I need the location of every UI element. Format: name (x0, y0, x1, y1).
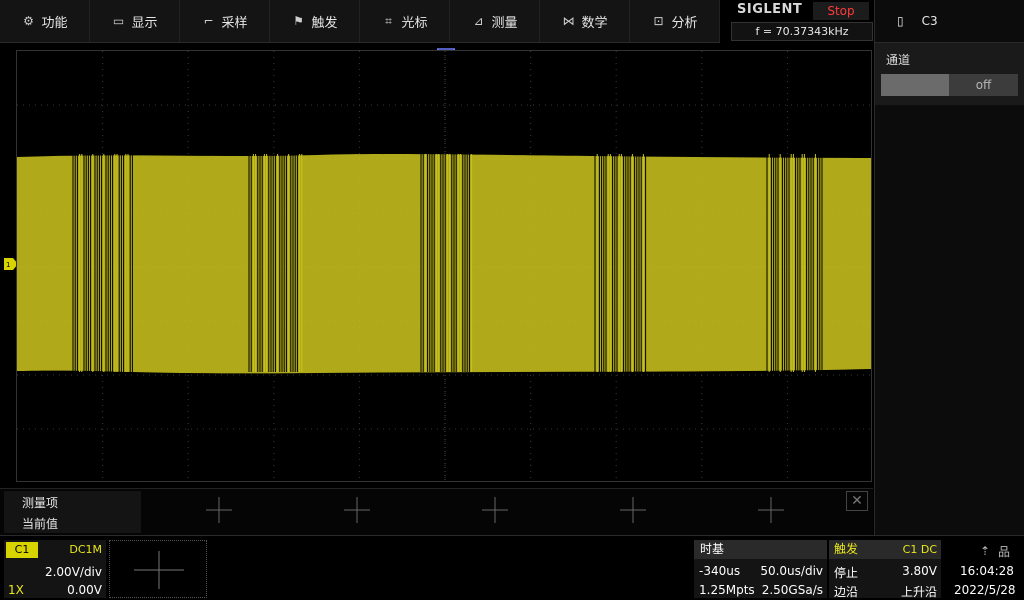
waveform-display[interactable] (16, 50, 872, 482)
trigger-source: C1 DC (902, 543, 937, 556)
channel-enable-label: 通道 (886, 53, 911, 67)
menu-function[interactable]: ⚙ 功能 (0, 0, 90, 42)
analysis-icon: ⊡ (653, 14, 664, 28)
channel-1-volts-per-div: 2.00V/div (44, 565, 102, 579)
channel-1-coupling: DC1M (69, 543, 102, 556)
channel-1-offset: 0.00V (67, 583, 102, 597)
trigger-info[interactable]: 触发 C1 DC 停止 3.80V 边沿 上升沿 (829, 540, 941, 599)
bottom-status-bar: C1 DC1M 2.00V/div 1X 0.00V 时基 -340us 50.… (0, 535, 1024, 600)
timebase-title: 时基 (694, 540, 827, 559)
monitor-icon: ▭ (112, 14, 125, 28)
add-channel-slot[interactable] (109, 540, 207, 598)
waveform-canvas (17, 51, 871, 481)
channel-1-probe: 1X (8, 583, 24, 597)
top-menu-bar: ⚙ 功能 ▭ 显示 ⌐ 采样 ⚑ 触发 ⌗ 光标 ⊿ 测量 ⋈ 数学 ⊡ 分析 (0, 0, 720, 43)
gear-icon: ⚙ (23, 14, 34, 28)
menu-label: 采样 (221, 15, 248, 31)
math-icon: ⋈ (562, 14, 575, 28)
measurement-current-label: 当前值 (22, 517, 59, 531)
add-channel-icon (134, 551, 184, 589)
menu-math[interactable]: ⋈ 数学 (540, 0, 630, 42)
add-measurement-icon[interactable] (482, 497, 508, 523)
system-clock: ⇡ 品 16:04:28 2022/5/28 (944, 540, 1024, 598)
menu-analysis[interactable]: ⊡ 分析 (630, 0, 720, 42)
menu-label: 光标 (401, 15, 428, 31)
measurement-labels: 测量项 当前值 (4, 491, 141, 533)
channel-1-tag: C1 (6, 542, 38, 558)
channel-menu-title: C3 (921, 14, 938, 28)
sample-rate: 2.50GSa/s (761, 583, 823, 597)
channel-menu-header: ▯ C3 (875, 0, 1024, 43)
battery-icon: ▯ (897, 14, 904, 28)
run-stop-indicator[interactable]: Stop (813, 2, 869, 20)
timebase-delay: -340us (699, 564, 741, 578)
add-measurement-icon[interactable] (344, 497, 370, 523)
menu-label: 显示 (131, 15, 158, 31)
channel-1-info[interactable]: C1 DC1M 2.00V/div 1X 0.00V (4, 540, 106, 598)
add-measurement-icon[interactable] (758, 497, 784, 523)
menu-label: 功能 (41, 15, 68, 31)
add-measurement-icon[interactable] (620, 497, 646, 523)
brand-logo: SIGLENT (737, 2, 803, 17)
toggle-off-segment[interactable]: off (949, 74, 1018, 96)
menu-cursor[interactable]: ⌗ 光标 (360, 0, 450, 42)
menu-display[interactable]: ▭ 显示 (90, 0, 180, 42)
clock-date: 2022/5/28 (954, 583, 1016, 597)
toggle-on-segment[interactable] (881, 74, 949, 96)
menu-label: 测量 (491, 15, 518, 31)
menu-label: 触发 (311, 15, 338, 31)
frequency-counter: f = 70.37343kHz (731, 22, 873, 41)
clock-time: 16:04:28 (960, 564, 1014, 578)
channel-enable-toggle[interactable]: off (881, 74, 1018, 96)
status-box: SIGLENT Stop f = 70.37343kHz (731, 0, 873, 43)
menu-acquire[interactable]: ⌐ 采样 (180, 0, 270, 42)
menu-measure[interactable]: ⊿ 测量 (450, 0, 540, 42)
cursor-icon: ⌗ (385, 13, 392, 28)
flag-icon: ⚑ (293, 14, 304, 28)
trigger-status: 停止 (834, 566, 859, 580)
add-measurement-icon[interactable] (206, 497, 232, 523)
menu-label: 数学 (581, 15, 608, 31)
trigger-slope: 上升沿 (900, 585, 937, 599)
network-icon: 品 (998, 545, 1011, 559)
measurement-title: 测量项 (22, 496, 59, 510)
svg-text:1: 1 (6, 261, 10, 269)
menu-label: 分析 (671, 15, 698, 31)
trigger-level: 3.80V (902, 564, 937, 578)
channel-menu-panel: ▯ C3 通道 off (874, 0, 1024, 535)
waveform-envelope (17, 154, 871, 374)
measure-icon: ⊿ (473, 14, 484, 28)
menu-trigger[interactable]: ⚑ 触发 (270, 0, 360, 42)
measurement-strip: 测量项 当前值 ✕ (0, 488, 873, 535)
memory-depth: 1.25Mpts (699, 583, 755, 597)
close-icon[interactable]: ✕ (846, 491, 868, 511)
timebase-per-div: 50.0us/div (760, 564, 823, 578)
usb-icon: ⇡ (980, 544, 991, 558)
channel-enable-section: 通道 off (875, 43, 1024, 105)
sample-icon: ⌐ (203, 14, 214, 28)
trigger-type: 边沿 (834, 585, 859, 599)
timebase-info[interactable]: 时基 -340us 50.0us/div 1.25Mpts 2.50GSa/s (694, 540, 827, 598)
